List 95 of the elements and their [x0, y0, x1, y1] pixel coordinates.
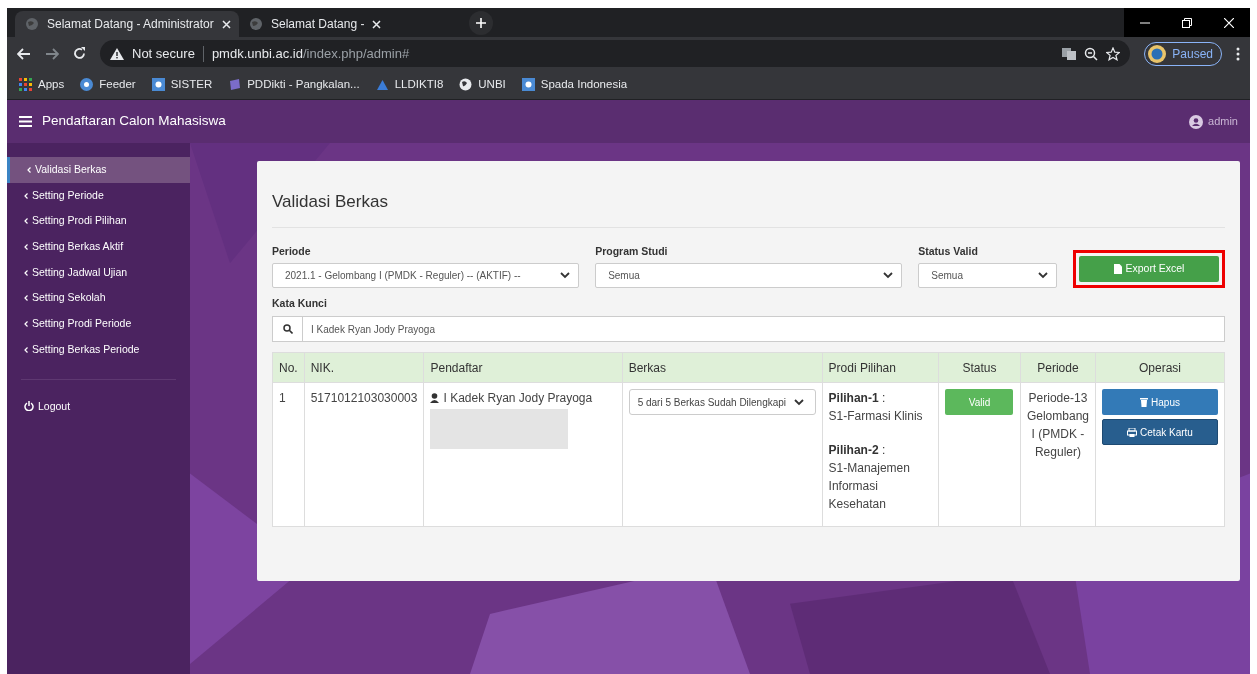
sidebar-item[interactable]: Setting Prodi Pilihan — [7, 208, 190, 235]
globe-icon — [459, 78, 473, 91]
apps-grid-icon — [19, 78, 32, 91]
chevron-left-icon — [24, 218, 28, 225]
column-header: No. — [272, 352, 305, 383]
status-badge: Valid — [945, 389, 1014, 415]
column-header: Status — [938, 352, 1021, 383]
bookmark[interactable]: Apps — [19, 75, 65, 94]
emblem-icon — [375, 78, 389, 91]
bookmark[interactable]: Feeder — [80, 75, 136, 94]
search-icon — [282, 324, 293, 334]
search-field[interactable]: I Kadek Ryan Jody Prayoga — [272, 316, 1225, 342]
choice-label: Pilihan-2 : — [828, 442, 887, 459]
back-arrow-icon[interactable] — [17, 47, 31, 60]
file-icon — [1113, 264, 1122, 275]
column-header: Periode — [1020, 352, 1096, 383]
chevron-left-icon — [24, 295, 28, 302]
app-title: Pendaftaran Calon Mahasiswa — [42, 112, 226, 131]
program-name: S1-Manajemen Informasi Kesehatan — [828, 460, 911, 513]
chevron-left-icon — [24, 346, 28, 353]
delete-button[interactable]: Hapus — [1102, 389, 1218, 415]
user-icon — [430, 393, 440, 403]
bookmark[interactable]: LLDIKTI8 — [375, 75, 444, 94]
close-icon[interactable] — [372, 19, 382, 29]
program-name: S1-Farmasi Klinis — [828, 408, 924, 425]
globe-icon — [249, 17, 263, 31]
column-header: NIK. — [304, 352, 424, 383]
warning-icon — [110, 47, 124, 60]
applicant-name: I Kadek Ryan Jody Prayoga — [430, 389, 616, 407]
sidebar-item[interactable]: Setting Berkas Periode — [7, 336, 190, 363]
chevron-down-icon — [883, 272, 894, 280]
cube-icon — [228, 78, 242, 91]
field-label: Periode — [272, 243, 312, 259]
address-bar[interactable]: Not secure pmdk.unbi.ac.id/index.php/admin# — [100, 40, 1131, 67]
table-cell: 5171012103030003 — [304, 382, 424, 527]
power-icon — [24, 401, 34, 412]
column-header: Pendaftar — [423, 352, 623, 383]
print-icon — [1127, 427, 1138, 437]
chevron-left-icon — [24, 243, 28, 250]
field-label: Program Studi — [595, 243, 669, 259]
field-label: Status Valid — [918, 243, 979, 259]
chevron-left-icon — [24, 269, 28, 276]
sidebar-item[interactable]: Setting Sekolah — [7, 285, 190, 312]
user-menu[interactable]: admin — [1189, 113, 1238, 130]
chevron-left-icon — [24, 320, 28, 327]
chevron-left-icon — [24, 192, 28, 199]
forward-arrow-icon[interactable] — [45, 47, 59, 60]
user-icon — [1189, 114, 1204, 129]
reload-icon[interactable] — [73, 47, 86, 60]
bookmark[interactable]: PDDikti - Pangkalan... — [228, 75, 360, 94]
select-field[interactable]: Semua — [918, 263, 1057, 289]
star-icon[interactable] — [1106, 46, 1121, 61]
bookmark[interactable]: SISTER — [151, 75, 213, 94]
sidebar-item[interactable]: Setting Prodi Periode — [7, 311, 190, 337]
avatar-icon — [1148, 44, 1167, 63]
column-header: Prodi Pilihan — [822, 352, 939, 383]
trash-icon — [1140, 397, 1149, 407]
browser-tab[interactable]: Selamat Datang - Administrator — [15, 11, 239, 37]
bookmark[interactable]: Spada Indonesia — [521, 75, 628, 94]
page-title: Validasi Berkas — [272, 161, 1225, 228]
chevron-left-icon — [27, 166, 31, 173]
bookmark[interactable]: UNBI — [459, 75, 506, 94]
sidebar-item[interactable]: Setting Periode — [7, 182, 190, 209]
sidebar-item[interactable]: Setting Jadwal Ujian — [7, 259, 190, 286]
close-icon[interactable] — [221, 19, 231, 29]
logout-link[interactable]: Logout — [7, 393, 190, 420]
menu-icon[interactable] — [19, 116, 32, 127]
browser-tab[interactable]: Selamat Datang - — [239, 11, 463, 37]
translate-icon[interactable] — [1062, 46, 1077, 61]
column-header: Operasi — [1095, 352, 1225, 383]
restore-icon[interactable] — [1182, 17, 1192, 28]
url-text: pmdk.unbi.ac.id/index.php/admin# — [211, 44, 410, 63]
zoom-out-icon[interactable] — [1084, 46, 1099, 61]
field-label: Kata Kunci — [272, 296, 328, 312]
chevron-down-icon — [1038, 272, 1048, 280]
select-field[interactable]: Semua — [595, 263, 903, 289]
new-tab-button[interactable] — [469, 11, 493, 35]
choice-label: Pilihan-1 : — [828, 390, 887, 407]
chevron-down-icon — [560, 272, 571, 280]
sidebar-item[interactable]: Validasi Berkas — [7, 157, 190, 183]
emblem-icon — [151, 78, 165, 91]
print-button[interactable]: Cetak Kartu — [1102, 419, 1218, 445]
select-field[interactable]: 5 dari 5 Berkas Sudah Dilengkapi — [628, 389, 816, 415]
emblem-icon — [521, 78, 535, 91]
sidebar-item[interactable]: Setting Berkas Aktif — [7, 234, 190, 260]
emblem-icon — [80, 78, 94, 91]
globe-icon — [25, 17, 39, 31]
column-header: Berkas — [622, 352, 823, 383]
select-field[interactable]: 2021.1 - Gelombang I (PMDK - Reguler) -- (AKTIF) -- — [272, 263, 580, 289]
more-icon[interactable] — [1236, 46, 1240, 61]
chevron-down-icon — [794, 398, 805, 406]
security-label: Not secure — [132, 44, 195, 63]
plus-icon — [476, 18, 486, 28]
table-cell: Periode-13 Gelombang I (PMDK - Reguler) — [1020, 382, 1096, 527]
table-cell: 1 — [272, 382, 305, 527]
